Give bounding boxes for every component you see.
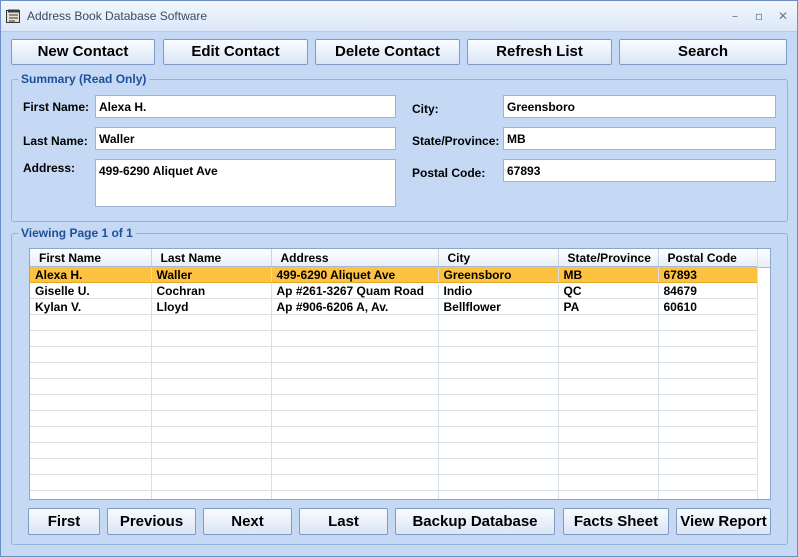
- cell-address: 499-6290 Aliquet Ave: [271, 266, 439, 283]
- empty-row: [30, 458, 759, 475]
- close-icon[interactable]: ✕: [775, 8, 791, 24]
- cell-first-name: Kylan V.: [30, 298, 152, 315]
- state-province-field[interactable]: [503, 127, 776, 150]
- cell-address: Ap #906-6206 A, Av.: [271, 298, 439, 315]
- address-book-icon: [6, 9, 20, 23]
- window-title: Address Book Database Software: [27, 9, 208, 23]
- cell-state-province: PA: [558, 298, 659, 315]
- table-header-row: First Name Last Name Address City State/…: [30, 249, 759, 267]
- new-contact-button[interactable]: New Contact: [11, 39, 155, 65]
- column-header-last-name[interactable]: Last Name: [151, 249, 272, 267]
- viewing-legend: Viewing Page 1 of 1: [18, 226, 136, 240]
- delete-contact-button[interactable]: Delete Contact: [315, 39, 460, 65]
- cell-last-name: Lloyd: [151, 298, 272, 315]
- cell-city: Greensboro: [438, 266, 559, 283]
- empty-row: [30, 378, 759, 395]
- empty-row: [30, 330, 759, 347]
- search-button[interactable]: Search: [619, 39, 787, 65]
- maximize-icon[interactable]: ▫: [751, 8, 767, 24]
- minimize-icon[interactable]: –: [727, 8, 743, 24]
- cell-state-province: MB: [558, 266, 659, 283]
- facts-sheet-button[interactable]: Facts Sheet: [563, 508, 669, 535]
- cell-postal-code: 84679: [658, 282, 759, 299]
- cell-postal-code: 60610: [658, 298, 759, 315]
- empty-row: [30, 426, 759, 443]
- previous-button[interactable]: Previous: [107, 508, 196, 535]
- first-name-label: First Name:: [23, 100, 90, 114]
- table-row[interactable]: Giselle U. Cochran Ap #261-3267 Quam Roa…: [30, 282, 759, 299]
- city-label: City:: [412, 102, 439, 116]
- summary-legend: Summary (Read Only): [18, 72, 150, 86]
- grid-scroll-column: [757, 249, 770, 499]
- empty-row: [30, 442, 759, 459]
- state-province-label: State/Province:: [412, 134, 500, 148]
- last-button[interactable]: Last: [299, 508, 388, 535]
- column-header-state-province[interactable]: State/Province: [558, 249, 659, 267]
- empty-row: [30, 490, 759, 499]
- empty-row: [30, 346, 759, 363]
- cell-last-name: Cochran: [151, 282, 272, 299]
- address-field[interactable]: 499-6290 Aliquet Ave: [95, 159, 396, 207]
- first-name-field[interactable]: [95, 95, 396, 118]
- cell-postal-code: 67893: [658, 266, 759, 283]
- empty-row: [30, 474, 759, 491]
- column-header-city[interactable]: City: [438, 249, 559, 267]
- next-button[interactable]: Next: [203, 508, 292, 535]
- empty-row: [30, 314, 759, 331]
- cell-address: Ap #261-3267 Quam Road: [271, 282, 439, 299]
- postal-code-field[interactable]: [503, 159, 776, 182]
- city-field[interactable]: [503, 95, 776, 118]
- refresh-list-button[interactable]: Refresh List: [467, 39, 612, 65]
- cell-first-name: Giselle U.: [30, 282, 152, 299]
- table-row[interactable]: Alexa H. Waller 499-6290 Aliquet Ave Gre…: [30, 266, 759, 283]
- title-bar: Address Book Database Software – ▫ ✕: [1, 1, 797, 32]
- contacts-table: First Name Last Name Address City State/…: [30, 249, 759, 499]
- column-header-address[interactable]: Address: [271, 249, 439, 267]
- last-name-label: Last Name:: [23, 134, 88, 148]
- postal-code-label: Postal Code:: [412, 166, 486, 180]
- table-row[interactable]: Kylan V. Lloyd Ap #906-6206 A, Av. Bellf…: [30, 298, 759, 315]
- cell-state-province: QC: [558, 282, 659, 299]
- view-report-button[interactable]: View Report: [676, 508, 771, 535]
- empty-row: [30, 394, 759, 411]
- cell-city: Bellflower: [438, 298, 559, 315]
- edit-contact-button[interactable]: Edit Contact: [163, 39, 308, 65]
- first-button[interactable]: First: [28, 508, 100, 535]
- empty-row: [30, 410, 759, 427]
- empty-rows: [30, 314, 759, 499]
- address-label: Address:: [23, 161, 76, 175]
- cell-last-name: Waller: [151, 266, 272, 283]
- last-name-field[interactable]: [95, 127, 396, 150]
- cell-city: Indio: [438, 282, 559, 299]
- contacts-grid[interactable]: First Name Last Name Address City State/…: [29, 248, 771, 500]
- backup-database-button[interactable]: Backup Database: [395, 508, 555, 535]
- cell-first-name: Alexa H.: [30, 266, 152, 283]
- empty-row: [30, 362, 759, 379]
- app-window: Address Book Database Software – ▫ ✕ New…: [0, 0, 798, 557]
- column-header-first-name[interactable]: First Name: [30, 249, 152, 267]
- column-header-postal-code[interactable]: Postal Code: [658, 249, 759, 267]
